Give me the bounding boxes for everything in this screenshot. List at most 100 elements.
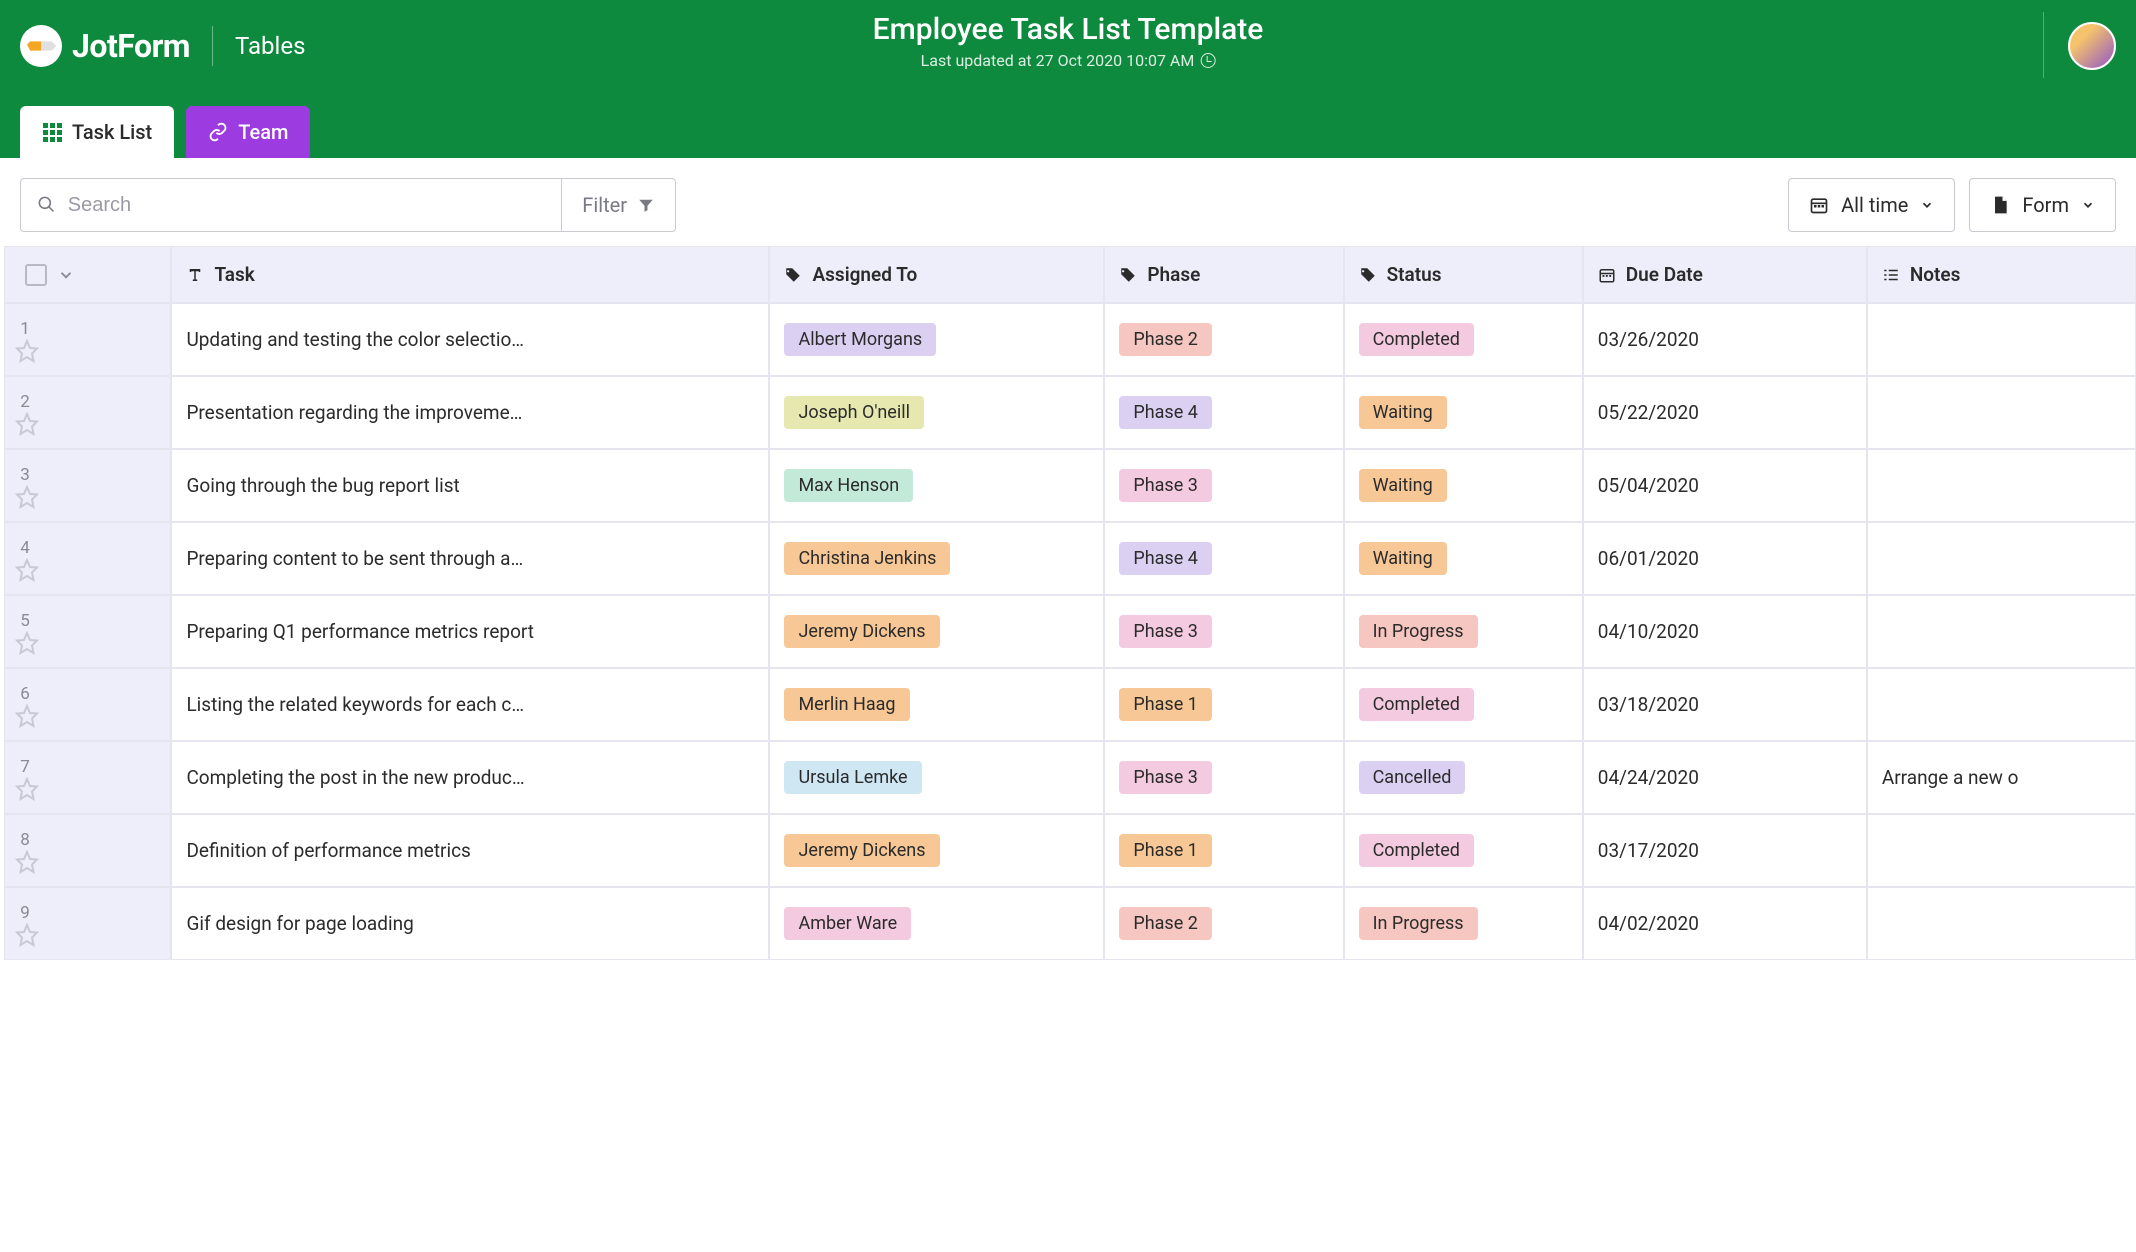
- notes-cell[interactable]: [1867, 814, 2136, 887]
- due-date-cell[interactable]: 03/18/2020: [1583, 668, 1867, 741]
- phase-cell[interactable]: Phase 4: [1104, 376, 1343, 449]
- status-badge: Waiting: [1359, 542, 1447, 575]
- notes-cell[interactable]: [1867, 522, 2136, 595]
- phase-cell[interactable]: Phase 4: [1104, 522, 1343, 595]
- filter-button[interactable]: Filter: [561, 179, 675, 231]
- notes-cell[interactable]: [1867, 595, 2136, 668]
- table-row[interactable]: 5 Preparing Q1 performance metrics repor…: [4, 595, 2136, 668]
- table-row[interactable]: 1 Updating and testing the color selecti…: [4, 303, 2136, 376]
- header-task[interactable]: Task: [171, 246, 769, 303]
- status-cell[interactable]: Completed: [1344, 303, 1583, 376]
- row-number: 4: [15, 538, 35, 558]
- due-date-cell[interactable]: 05/04/2020: [1583, 449, 1867, 522]
- table-row[interactable]: 7 Completing the post in the new produc……: [4, 741, 2136, 814]
- star-icon[interactable]: [15, 558, 160, 582]
- assigned-cell[interactable]: Merlin Haag: [769, 668, 1104, 741]
- header-phase[interactable]: Phase: [1104, 246, 1343, 303]
- header-status[interactable]: Status: [1344, 246, 1583, 303]
- assigned-cell[interactable]: Amber Ware: [769, 887, 1104, 960]
- column-label: Status: [1387, 263, 1442, 286]
- task-cell[interactable]: Updating and testing the color selectio…: [171, 303, 769, 376]
- column-label: Assigned To: [812, 263, 917, 286]
- table-row[interactable]: 9 Gif design for page loadingAmber WareP…: [4, 887, 2136, 960]
- notes-cell[interactable]: [1867, 449, 2136, 522]
- status-cell[interactable]: Completed: [1344, 668, 1583, 741]
- task-cell[interactable]: Presentation regarding the improveme…: [171, 376, 769, 449]
- assigned-cell[interactable]: Max Henson: [769, 449, 1104, 522]
- due-date-cell[interactable]: 04/24/2020: [1583, 741, 1867, 814]
- phase-cell[interactable]: Phase 1: [1104, 668, 1343, 741]
- header-notes[interactable]: Notes: [1867, 246, 2136, 303]
- product-name[interactable]: Tables: [235, 32, 305, 60]
- phase-cell[interactable]: Phase 1: [1104, 814, 1343, 887]
- filter-icon: [637, 196, 655, 214]
- assigned-cell[interactable]: Jeremy Dickens: [769, 814, 1104, 887]
- star-icon[interactable]: [15, 631, 160, 655]
- table-row[interactable]: 6 Listing the related keywords for each …: [4, 668, 2136, 741]
- status-cell[interactable]: Cancelled: [1344, 741, 1583, 814]
- assignee-badge: Max Henson: [784, 469, 913, 502]
- assigned-cell[interactable]: Albert Morgans: [769, 303, 1104, 376]
- phase-cell[interactable]: Phase 3: [1104, 595, 1343, 668]
- assigned-cell[interactable]: Jeremy Dickens: [769, 595, 1104, 668]
- assigned-cell[interactable]: Ursula Lemke: [769, 741, 1104, 814]
- task-cell[interactable]: Completing the post in the new produc…: [171, 741, 769, 814]
- star-icon[interactable]: [15, 485, 160, 509]
- phase-cell[interactable]: Phase 3: [1104, 449, 1343, 522]
- due-date-cell[interactable]: 06/01/2020: [1583, 522, 1867, 595]
- phase-cell[interactable]: Phase 3: [1104, 741, 1343, 814]
- status-cell[interactable]: Waiting: [1344, 376, 1583, 449]
- assignee-badge: Christina Jenkins: [784, 542, 950, 575]
- phase-cell[interactable]: Phase 2: [1104, 303, 1343, 376]
- due-date-cell[interactable]: 05/22/2020: [1583, 376, 1867, 449]
- assigned-cell[interactable]: Christina Jenkins: [769, 522, 1104, 595]
- chevron-down-icon[interactable]: [57, 266, 75, 284]
- task-cell[interactable]: Preparing content to be sent through a…: [171, 522, 769, 595]
- notes-cell[interactable]: [1867, 303, 2136, 376]
- time-range-dropdown[interactable]: All time: [1788, 178, 1955, 232]
- header-due-date[interactable]: Due Date: [1583, 246, 1867, 303]
- star-icon[interactable]: [15, 923, 160, 947]
- assignee-badge: Joseph O'neill: [784, 396, 924, 429]
- task-cell[interactable]: Definition of performance metrics: [171, 814, 769, 887]
- notes-cell[interactable]: Arrange a new o: [1867, 741, 2136, 814]
- header-assigned[interactable]: Assigned To: [769, 246, 1104, 303]
- task-cell[interactable]: Gif design for page loading: [171, 887, 769, 960]
- table-row[interactable]: 4 Preparing content to be sent through a…: [4, 522, 2136, 595]
- notes-cell[interactable]: [1867, 376, 2136, 449]
- status-cell[interactable]: In Progress: [1344, 595, 1583, 668]
- notes-cell[interactable]: [1867, 668, 2136, 741]
- table-row[interactable]: 3 Going through the bug report list Max H…: [4, 449, 2136, 522]
- brand-logo[interactable]: JotForm: [20, 25, 190, 67]
- task-cell[interactable]: Listing the related keywords for each c…: [171, 668, 769, 741]
- table-row[interactable]: 8 Definition of performance metricsJerem…: [4, 814, 2136, 887]
- status-cell[interactable]: Waiting: [1344, 449, 1583, 522]
- search-input[interactable]: [68, 194, 546, 217]
- tab-task-list[interactable]: Task List: [20, 106, 174, 158]
- row-number: 3: [15, 465, 35, 485]
- assignee-badge: Jeremy Dickens: [784, 834, 939, 867]
- due-date-cell[interactable]: 03/17/2020: [1583, 814, 1867, 887]
- star-icon[interactable]: [15, 339, 160, 363]
- table-row[interactable]: 2 Presentation regarding the improveme…J…: [4, 376, 2136, 449]
- star-icon[interactable]: [15, 704, 160, 728]
- row-handle: 3: [4, 449, 171, 522]
- star-icon[interactable]: [15, 777, 160, 801]
- select-all-checkbox[interactable]: [25, 264, 47, 286]
- form-dropdown[interactable]: Form: [1969, 178, 2116, 232]
- due-date-cell[interactable]: 04/02/2020: [1583, 887, 1867, 960]
- due-date-cell[interactable]: 03/26/2020: [1583, 303, 1867, 376]
- notes-cell[interactable]: [1867, 887, 2136, 960]
- due-date-cell[interactable]: 04/10/2020: [1583, 595, 1867, 668]
- assigned-cell[interactable]: Joseph O'neill: [769, 376, 1104, 449]
- status-cell[interactable]: Completed: [1344, 814, 1583, 887]
- phase-cell[interactable]: Phase 2: [1104, 887, 1343, 960]
- task-cell[interactable]: Going through the bug report list: [171, 449, 769, 522]
- tab-team[interactable]: Team: [186, 106, 310, 158]
- star-icon[interactable]: [15, 412, 160, 436]
- user-avatar[interactable]: [2068, 22, 2116, 70]
- task-cell[interactable]: Preparing Q1 performance metrics report: [171, 595, 769, 668]
- star-icon[interactable]: [15, 850, 160, 874]
- status-cell[interactable]: In Progress: [1344, 887, 1583, 960]
- status-cell[interactable]: Waiting: [1344, 522, 1583, 595]
